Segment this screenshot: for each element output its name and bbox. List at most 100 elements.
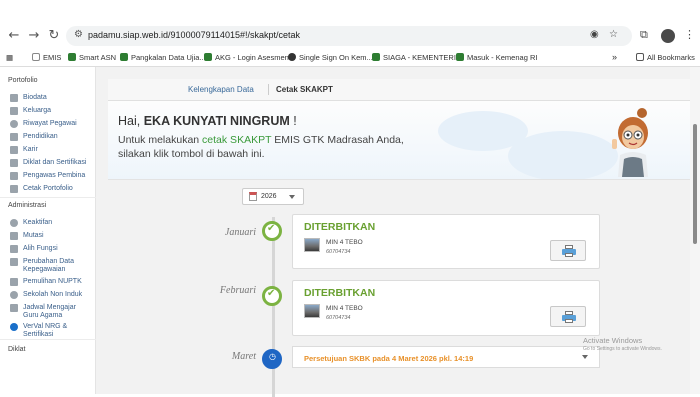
- sidebar-item-riwayat-pegawai[interactable]: Riwayat Pegawai: [10, 120, 77, 128]
- transfer-icon: [10, 232, 18, 240]
- timeline-card-februari: DITERBITKAN MIN 4 TEBO 60704734: [292, 280, 600, 336]
- tab-separator: [268, 84, 269, 95]
- bookmark-icon: [372, 53, 380, 61]
- bookmark-icon: [204, 53, 212, 61]
- bookmarks-bar: ▦ EMIS Smart ASN Pangkalan Data Ujia... …: [0, 48, 700, 66]
- activate-windows-title: Activate Windows: [583, 336, 643, 345]
- status-label: DITERBITKAN: [304, 287, 376, 299]
- hero-banner: Hai, EKA KUNYATI NINGRUM ! Untuk melakuk…: [108, 101, 698, 179]
- hero-divider: [108, 179, 698, 180]
- sidebar-item-karir[interactable]: Karir: [10, 146, 38, 154]
- sidebar-item-pemulihan-nuptk[interactable]: Pemulihan NUPTK: [10, 278, 82, 286]
- sidebar-item-jadwal-mengajar[interactable]: Jadwal Mengajar Guru Agama: [10, 304, 76, 320]
- address-row: ← → ↻ ⚙ padamu.siap.web.id/9100007911401…: [0, 24, 700, 48]
- bookmark-icon: [456, 53, 464, 61]
- teacher-illustration: [612, 108, 648, 177]
- timeline-card-januari: DITERBITKAN MIN 4 TEBO 60704734: [292, 214, 600, 269]
- sidebar-item-keaktifan[interactable]: Keaktifan: [10, 219, 52, 227]
- user-name: EKA KUNYATI NINGRUM: [143, 114, 290, 128]
- instructions: Untuk melakukan cetak SKAKPT EMIS GTK Ma…: [118, 134, 404, 160]
- bookmark-icon: [32, 53, 40, 61]
- document-icon: [10, 94, 18, 102]
- address-bar[interactable]: ⚙ padamu.siap.web.id/91000079114015#!/sk…: [66, 26, 632, 46]
- browser-chrome: ← → ↻ ⚙ padamu.siap.web.id/9100007911401…: [0, 0, 700, 70]
- print-button[interactable]: [550, 306, 586, 327]
- calendar-icon: [249, 192, 257, 201]
- sidebar-section-diklat: Diklat: [8, 346, 26, 353]
- check-circle-icon: ✔: [262, 286, 282, 306]
- user-icon: [10, 245, 18, 253]
- sidebar-item-alih-fungsi[interactable]: Alih Fungsi: [10, 245, 58, 253]
- check-circle-icon: ✔: [262, 221, 282, 241]
- school-name: MIN 4 TEBO: [326, 239, 363, 246]
- site-info-icon[interactable]: ⚙: [74, 29, 83, 40]
- page-scrollbar[interactable]: [690, 67, 700, 394]
- school-thumbnail: [304, 238, 320, 252]
- sidebar-item-pendidikan[interactable]: Pendidikan: [10, 133, 58, 141]
- sidebar-section-portofolio: Portofolio: [8, 77, 38, 84]
- sidebar-section-administrasi: Administrasi: [8, 202, 47, 209]
- activate-windows-subtitle: Go to Settings to activate Windows.: [583, 346, 662, 352]
- bookmark-sso[interactable]: Single Sign On Kem...: [288, 51, 373, 63]
- bookmark-emis[interactable]: EMIS: [32, 51, 61, 63]
- bookmark-siaga[interactable]: SIAGA - KEMENTERI...: [372, 51, 462, 63]
- bookmark-kemenag[interactable]: Masuk - Kemenag RI: [456, 51, 537, 63]
- all-bookmarks[interactable]: All Bookmarks: [636, 51, 695, 63]
- bookmark-akg[interactable]: AKG - Login Asesmen: [204, 51, 289, 63]
- school-npsn: 60704734: [326, 315, 351, 321]
- reload-icon[interactable]: ↻: [46, 28, 62, 44]
- sidebar-item-biodata[interactable]: Biodata: [10, 94, 47, 102]
- status-label: DITERBITKAN: [304, 221, 376, 233]
- sidebar-item-sekolah-non-induk[interactable]: Sekolah Non Induk: [10, 291, 82, 299]
- url-text[interactable]: padamu.siap.web.id/91000079114015#!/skak…: [88, 30, 300, 40]
- sidebar-item-keluarga[interactable]: Keluarga: [10, 107, 51, 115]
- tabs-bar: Kelengkapan Data Cetak SKAKPT: [108, 79, 698, 101]
- tab-cetak-skakpt[interactable]: Cetak SKAKPT: [276, 85, 333, 94]
- school-name: MIN 4 TEBO: [326, 305, 363, 312]
- document-icon: [10, 185, 18, 193]
- scroll-thumb[interactable]: [693, 124, 697, 244]
- menu-icon[interactable]: ⋮: [684, 28, 695, 41]
- chevron-down-icon[interactable]: [582, 355, 588, 359]
- bookmark-star-icon[interactable]: ☆: [609, 29, 618, 40]
- history-icon: [10, 120, 18, 128]
- forward-icon[interactable]: →: [26, 28, 42, 44]
- document-icon: [10, 107, 18, 115]
- back-icon[interactable]: ←: [6, 28, 22, 44]
- sidebar-item-diklat-sertifikasi[interactable]: Diklat dan Sertifikasi: [10, 159, 86, 167]
- printer-icon: [562, 311, 576, 323]
- profile-avatar[interactable]: [661, 29, 675, 43]
- clock-icon: [10, 219, 18, 227]
- greeting: Hai, EKA KUNYATI NINGRUM !: [118, 114, 297, 128]
- school-thumbnail: [304, 304, 320, 318]
- sidebar-item-verval-nrg[interactable]: VerVal NRG & Sertifikasi: [10, 323, 67, 339]
- print-button[interactable]: [550, 240, 586, 261]
- document-icon: [10, 159, 18, 167]
- sidebar-item-mutasi[interactable]: Mutasi: [10, 232, 44, 240]
- bookmark-smart-asn[interactable]: Smart ASN: [68, 51, 116, 63]
- more-bookmarks-chevron[interactable]: »: [612, 51, 617, 63]
- printer-icon: [562, 245, 576, 257]
- document-icon: [10, 278, 18, 286]
- school-npsn: 60704734: [326, 249, 351, 255]
- bookmark-icon: [68, 53, 76, 61]
- bookmark-pangkalan[interactable]: Pangkalan Data Ujia...: [120, 51, 206, 63]
- timeline-month: Maret: [231, 351, 256, 362]
- extensions-icon[interactable]: ⧉: [640, 28, 648, 42]
- sidebar-item-cetak-portofolio[interactable]: Cetak Portofolio: [10, 185, 73, 193]
- gear-icon: [10, 291, 18, 299]
- tab-kelengkapan-data[interactable]: Kelengkapan Data: [188, 85, 254, 94]
- chevron-down-icon: [289, 195, 295, 199]
- timeline-card-maret[interactable]: Persetujuan SKBK pada 4 Maret 2026 pkl. …: [292, 346, 600, 368]
- sidebar-item-perubahan-data[interactable]: Perubahan Data Kepegawaian: [10, 258, 74, 274]
- year-select[interactable]: 2026: [242, 188, 304, 205]
- document-icon: [10, 146, 18, 154]
- bookmark-icon: [120, 53, 128, 61]
- folder-icon: [636, 53, 644, 61]
- sidebar-divider: [0, 339, 96, 340]
- timeline-month: Januari: [224, 227, 256, 238]
- eye-off-icon[interactable]: ◉: [590, 29, 599, 40]
- sidebar-item-pengawas-pembina[interactable]: Pengawas Pembina: [10, 172, 85, 180]
- document-icon: [10, 133, 18, 141]
- apps-grid-icon[interactable]: ▦: [6, 51, 13, 63]
